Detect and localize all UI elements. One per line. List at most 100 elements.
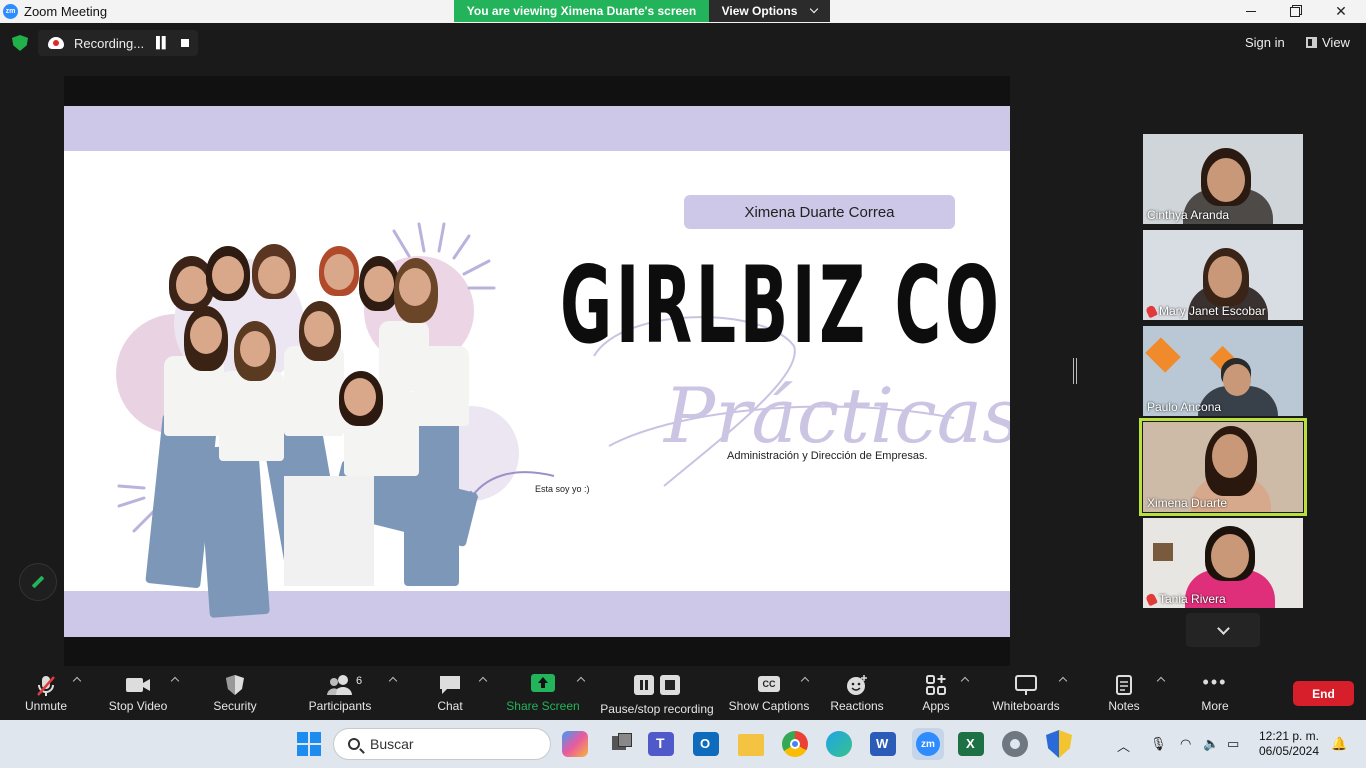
- pause-stop-recording-button[interactable]: Pause/stop recording: [598, 667, 716, 720]
- participant-name: Cinthya Aranda: [1147, 208, 1230, 222]
- stop-recording-icon[interactable]: [181, 39, 189, 47]
- wifi-icon[interactable]: ◠: [1180, 736, 1191, 752]
- teams-icon[interactable]: T: [648, 732, 674, 756]
- zoom-logo-icon: zm: [3, 4, 18, 19]
- pause-recording-icon[interactable]: ▌▌: [156, 37, 170, 49]
- reactions-button[interactable]: Reactions: [828, 667, 886, 720]
- cloud-recording-icon: [48, 37, 64, 49]
- security-shield-icon: [226, 675, 244, 695]
- shared-screen: Ximena Duarte Correa GIRLBIZ CO Práctica…: [64, 76, 1010, 666]
- unmute-button[interactable]: Unmute: [16, 667, 76, 720]
- participants-count: 6: [356, 675, 363, 687]
- notes-button[interactable]: Notes: [1102, 667, 1146, 720]
- video-tile[interactable]: Cinthya Aranda: [1143, 134, 1303, 224]
- view-layout-icon: [1306, 37, 1317, 48]
- taskbar-clock[interactable]: 12:21 p. m. 06/05/2024: [1252, 729, 1326, 759]
- notifications-bell-icon[interactable]: 🔔: [1331, 736, 1347, 752]
- encryption-shield-icon[interactable]: [12, 35, 28, 51]
- stop-video-label: Stop Video: [108, 699, 168, 713]
- battery-icon[interactable]: ▭: [1227, 736, 1239, 752]
- notes-icon: [1116, 675, 1132, 695]
- video-tile[interactable]: Tania Rivera: [1143, 518, 1303, 608]
- share-options-caret[interactable]: [576, 667, 586, 720]
- minimize-button[interactable]: [1228, 0, 1274, 23]
- whiteboards-options-caret[interactable]: [1058, 667, 1068, 720]
- participants-button[interactable]: 6 Participants: [304, 667, 376, 720]
- presenter-name-pill: Ximena Duarte Correa: [684, 195, 955, 229]
- close-button[interactable]: ✕: [1318, 0, 1364, 23]
- view-options-button[interactable]: View Options: [709, 0, 830, 22]
- panel-resize-handle[interactable]: [1073, 358, 1077, 384]
- file-explorer-icon[interactable]: [738, 734, 764, 756]
- apps-options-caret[interactable]: [960, 667, 970, 720]
- chevron-down-icon: [1216, 621, 1230, 635]
- microphone-tray-icon[interactable]: 🎙: [1150, 736, 1167, 752]
- chevron-up-icon: [170, 676, 180, 686]
- security-button[interactable]: Security: [206, 667, 264, 720]
- more-button[interactable]: ••• More: [1194, 667, 1236, 720]
- show-captions-button[interactable]: CC Show Captions: [728, 667, 810, 720]
- task-view-icon[interactable]: [606, 728, 638, 760]
- group-photo: [144, 244, 504, 636]
- maximize-button[interactable]: [1272, 0, 1318, 23]
- show-captions-label: Show Captions: [728, 699, 810, 713]
- muted-mic-icon: [1145, 304, 1158, 318]
- meeting-toolbar: Unmute Stop Video Security 6 Participant…: [0, 667, 1366, 720]
- chevron-down-icon: [810, 4, 819, 14]
- chat-label: Chat: [437, 699, 463, 713]
- participant-name: Paulo Ancona: [1147, 400, 1222, 414]
- video-options-caret[interactable]: [170, 667, 180, 720]
- participants-label: Participants: [308, 699, 372, 713]
- close-icon: ✕: [1335, 3, 1347, 19]
- settings-gear-icon[interactable]: [1002, 731, 1028, 757]
- excel-icon[interactable]: X: [958, 732, 984, 756]
- audio-options-caret[interactable]: [72, 667, 82, 720]
- chrome-icon[interactable]: [782, 731, 808, 757]
- pause-recording-label: Pause/stop recording: [600, 702, 714, 716]
- edge-icon[interactable]: [826, 731, 852, 757]
- volume-icon[interactable]: 🔈: [1203, 736, 1219, 752]
- search-icon: [348, 738, 360, 750]
- whiteboard-icon: [1015, 675, 1037, 695]
- unmute-label: Unmute: [24, 699, 68, 713]
- gallery-scroll-down-button[interactable]: [1186, 613, 1260, 647]
- annotate-button[interactable]: [19, 563, 57, 601]
- view-button[interactable]: View: [1306, 35, 1350, 50]
- chat-options-caret[interactable]: [478, 667, 488, 720]
- sign-in-button[interactable]: Sign in: [1245, 35, 1285, 50]
- security-label: Security: [213, 699, 257, 713]
- view-label: View: [1322, 35, 1350, 50]
- chevron-up-icon: [1058, 676, 1068, 686]
- muted-mic-icon: [1145, 592, 1158, 606]
- security-shield-taskbar-icon[interactable]: [1046, 730, 1072, 758]
- restore-icon: [1290, 6, 1300, 17]
- chevron-up-icon: [960, 676, 970, 686]
- chat-button[interactable]: Chat: [430, 667, 470, 720]
- zoom-taskbar-icon[interactable]: zm: [912, 728, 944, 760]
- apps-button[interactable]: Apps: [916, 667, 956, 720]
- video-camera-icon: [126, 678, 150, 692]
- show-hidden-icons-chevron[interactable]: ︿: [1117, 736, 1130, 755]
- stop-video-button[interactable]: Stop Video: [104, 667, 172, 720]
- copilot-icon[interactable]: [562, 731, 588, 757]
- end-meeting-button[interactable]: End: [1293, 681, 1354, 706]
- chevron-up-icon: [1156, 676, 1166, 686]
- taskbar-search-input[interactable]: Buscar: [333, 728, 551, 760]
- outlook-icon[interactable]: O: [693, 732, 719, 756]
- recording-label: Recording...: [74, 35, 145, 51]
- slide-caption: Esta soy yo :): [535, 484, 590, 494]
- chevron-up-icon: [478, 676, 488, 686]
- share-screen-button[interactable]: Share Screen: [505, 667, 581, 720]
- word-icon[interactable]: W: [870, 732, 896, 756]
- notes-options-caret[interactable]: [1156, 667, 1166, 720]
- windows-start-icon[interactable]: [293, 728, 325, 760]
- chevron-up-icon: [388, 676, 398, 686]
- video-tile[interactable]: Paulo Ancona: [1143, 326, 1303, 416]
- chevron-up-icon: [72, 676, 82, 686]
- video-tile[interactable]: Mary Janet Escobar: [1143, 230, 1303, 320]
- captions-options-caret[interactable]: [800, 667, 810, 720]
- whiteboards-button[interactable]: Whiteboards: [988, 667, 1064, 720]
- minimize-icon: [1246, 11, 1256, 12]
- video-tile-active-speaker[interactable]: Ximena Duarte: [1139, 418, 1307, 516]
- participants-options-caret[interactable]: [388, 667, 398, 720]
